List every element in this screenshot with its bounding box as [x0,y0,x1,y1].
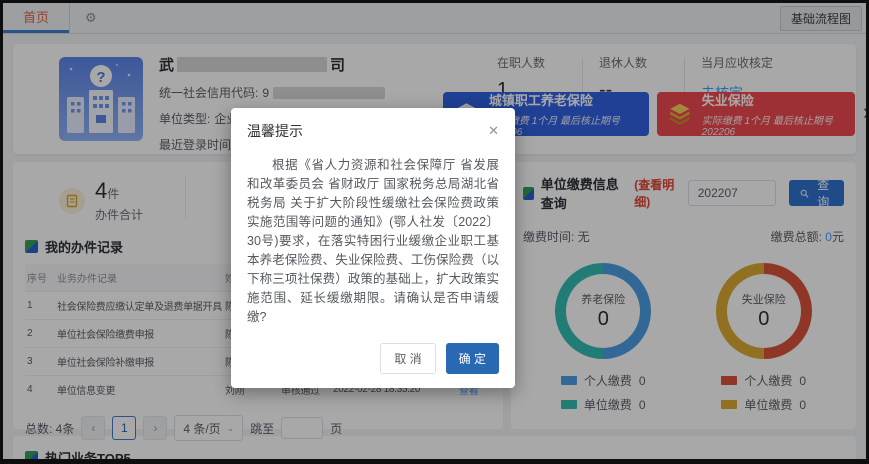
dialog-footer: 取 消 确 定 [231,329,515,388]
dialog-body-text: 根据《省人力资源和社会保障厅 省发展和改革委员会 省财政厅 国家税务总局湖北省税… [231,147,515,329]
dialog-header: 温馨提示 ✕ [231,108,515,147]
dialog-title: 温馨提示 [247,121,303,141]
close-icon[interactable]: ✕ [488,123,499,139]
cancel-button[interactable]: 取 消 [380,343,435,374]
reminder-dialog: 温馨提示 ✕ 根据《省人力资源和社会保障厅 省发展和改革委员会 省财政厅 国家税… [231,108,515,388]
app-window: 首页 ⚙ 基础流程图 [0,0,869,464]
confirm-button[interactable]: 确 定 [446,343,499,374]
